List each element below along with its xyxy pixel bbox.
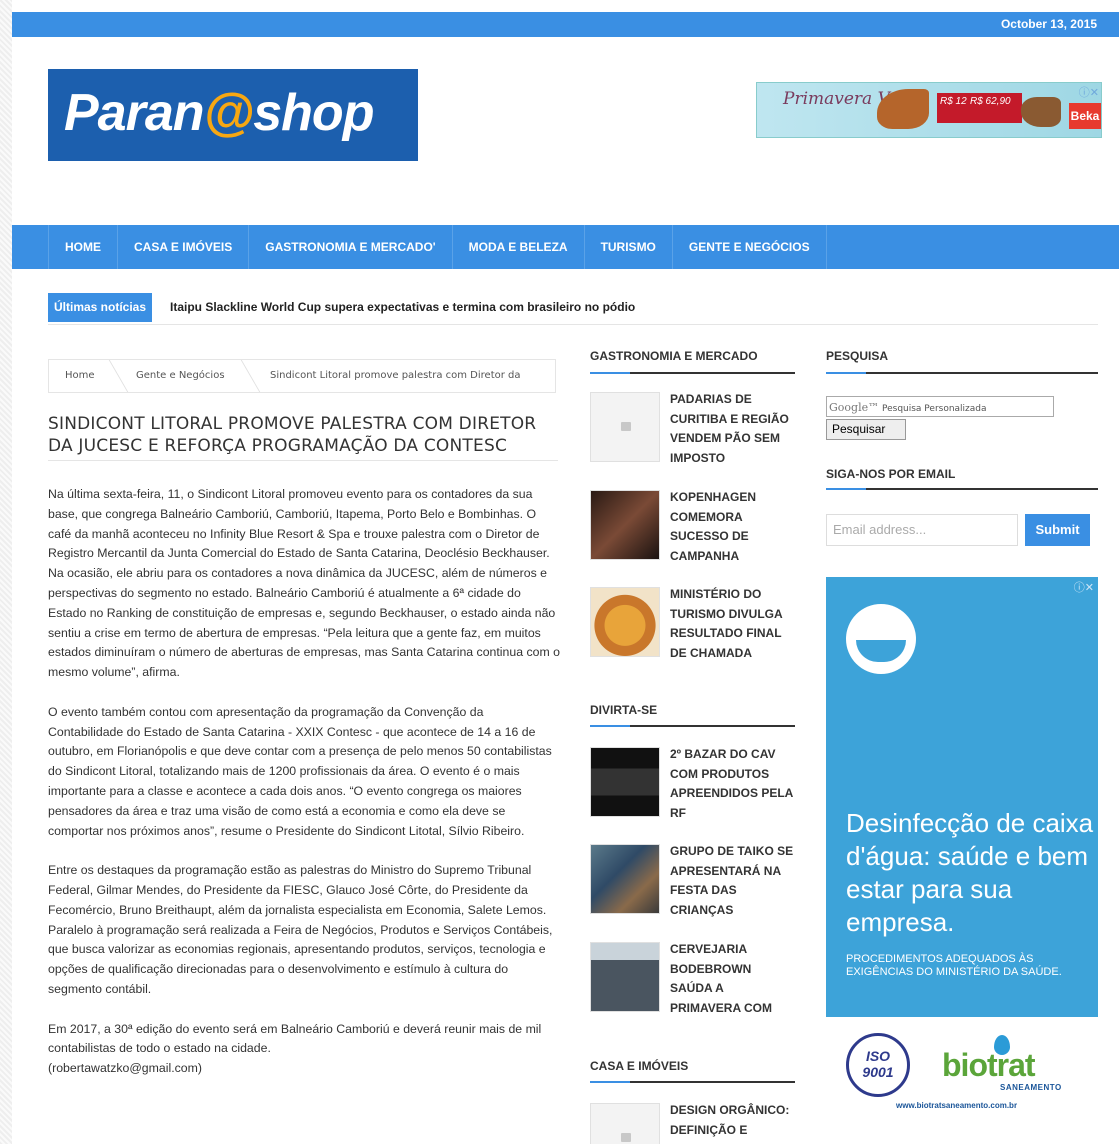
article-body: Na última sexta-feira, 11, o Sindicont L…	[48, 485, 560, 1099]
section-rule	[826, 372, 1098, 374]
post-title[interactable]: DESIGN ORGÂNICO: DEFINIÇÃO E	[670, 1101, 795, 1140]
post-thumbnail	[590, 747, 660, 817]
image-placeholder-icon	[590, 392, 660, 462]
site-logo[interactable]: Paran@shop	[48, 69, 418, 161]
news-ticker: Últimas notícias Itaipu Slackline World …	[48, 293, 1098, 325]
section-heading-pesquisa: PESQUISA	[826, 349, 889, 363]
search-placeholder: Pesquisa Personalizada	[881, 404, 987, 414]
article-paragraph: Entre os destaques da programação estão …	[48, 863, 553, 996]
post-item[interactable]: MINISTÉRIO DO TURISMO DIVULGA RESULTADO …	[590, 585, 795, 665]
image-placeholder-icon	[590, 1103, 660, 1144]
submit-button[interactable]: Submit	[1025, 514, 1090, 546]
brand-url: www.biotratsaneamento.com.br	[896, 1101, 1018, 1110]
breadcrumb-home[interactable]: Home	[65, 370, 95, 381]
biotrat-logo: biotrat SANEAMENTO	[942, 1035, 1092, 1092]
article-paragraph: Na última sexta-feira, 11, o Sindicont L…	[48, 487, 560, 680]
section-rule	[590, 1081, 795, 1083]
post-item[interactable]: CERVEJARIA BODEBROWN SAÚDA A PRIMAVERA C…	[590, 940, 795, 1020]
top-banner-ad[interactable]: Primavera Verão R$ 123,50 R$ 62,90 Beka …	[756, 82, 1102, 138]
ad-brand: Beka	[1069, 103, 1101, 129]
nav-item-moda-beleza[interactable]: MODA E BELEZA	[453, 225, 585, 269]
sidebar-ad[interactable]: ⓘ✕ Desinfecção de caixa d'água: saúde e …	[826, 577, 1098, 1017]
post-title[interactable]: CERVEJARIA BODEBROWN SAÚDA A PRIMAVERA C…	[670, 940, 795, 1018]
breadcrumb-section[interactable]: Gente e Negócios	[136, 370, 225, 381]
email-field[interactable]: Email address...	[826, 514, 1018, 546]
post-title[interactable]: 2º BAZAR DO CAV COM PRODUTOS APREENDIDOS…	[670, 745, 795, 823]
section-heading-gastronomia: GASTRONOMIA E MERCADO	[590, 349, 758, 363]
google-logo: Google™	[829, 401, 880, 414]
ad-info-icon[interactable]: ⓘ✕	[1074, 579, 1094, 595]
brand-subtitle: SANEAMENTO	[1000, 1083, 1062, 1092]
post-item[interactable]: KOPENHAGEN COMEMORA SUCESSO DE CAMPANHA	[590, 488, 795, 568]
breadcrumb-current: Sindicont Litoral promove palestra com D…	[270, 370, 521, 381]
brand-name: biotrat	[942, 1047, 1036, 1083]
nav-item-home[interactable]: HOME	[49, 225, 118, 269]
breadcrumb: Home Gente e Negócios Sindicont Litoral …	[48, 359, 556, 393]
post-thumbnail	[590, 844, 660, 914]
section-heading-divirta: DIVIRTA-SE	[590, 703, 658, 717]
ticker-label: Últimas notícias	[48, 293, 153, 322]
nav-item-casa-imoveis[interactable]: CASA E IMÓVEIS	[118, 225, 250, 269]
post-item[interactable]: 2º BAZAR DO CAV COM PRODUTOS APREENDIDOS…	[590, 745, 795, 825]
logo-text-accent: @	[203, 84, 255, 142]
ad-headline: Desinfecção de caixa d'água: saúde e bem…	[846, 808, 1094, 937]
ad-price-2: R$ 62,90	[967, 93, 1022, 123]
article-paragraph: O evento também contou com apresentação …	[48, 704, 552, 838]
title-divider	[48, 460, 558, 461]
search-button[interactable]: Pesquisar	[826, 419, 906, 440]
search-input[interactable]: Google™ Pesquisa Personalizada	[826, 396, 1054, 417]
post-item[interactable]: GRUPO DE TAIKO SE APRESENTARÁ NA FESTA D…	[590, 842, 795, 922]
section-rule	[826, 488, 1098, 490]
breadcrumb-separator	[97, 360, 129, 392]
ad-info-icon[interactable]: ⓘ✕	[1079, 84, 1099, 100]
iso-badge: ISO 9001	[846, 1033, 910, 1097]
post-title[interactable]: MINISTÉRIO DO TURISMO DIVULGA RESULTADO …	[670, 585, 795, 663]
current-date: October 13, 2015	[1000, 17, 1097, 31]
nav-item-gastronomia[interactable]: GASTRONOMIA E MERCADO'	[249, 225, 453, 269]
main-nav: HOME CASA E IMÓVEIS GASTRONOMIA E MERCAD…	[12, 225, 1119, 269]
post-title[interactable]: GRUPO DE TAIKO SE APRESENTARÁ NA FESTA D…	[670, 842, 795, 920]
ticker-headline-link[interactable]: Itaipu Slackline World Cup supera expect…	[170, 300, 635, 314]
page-side-pattern	[0, 0, 12, 1144]
article-author-email: (robertawatzko@gmail.com)	[48, 1061, 202, 1076]
shoe-image-2	[1021, 97, 1061, 127]
water-drop-icon	[846, 604, 916, 674]
breadcrumb-separator	[229, 360, 261, 392]
article-paragraph: Em 2017, a 30ª edição do evento será em …	[48, 1021, 542, 1056]
nav-item-turismo[interactable]: TURISMO	[585, 225, 673, 269]
section-heading-casa: CASA E IMÓVEIS	[590, 1059, 689, 1073]
post-thumbnail	[590, 490, 660, 560]
post-title[interactable]: KOPENHAGEN COMEMORA SUCESSO DE CAMPANHA	[670, 488, 795, 566]
section-heading-email: SIGA-NOS POR EMAIL	[826, 467, 956, 481]
ad-subtext: PROCEDIMENTOS ADEQUADOS ÀS EXIGÊNCIAS DO…	[846, 953, 1062, 978]
post-item[interactable]: PADARIAS DE CURITIBA E REGIÃO VENDEM PÃO…	[590, 390, 795, 470]
post-title[interactable]: PADARIAS DE CURITIBA E REGIÃO VENDEM PÃO…	[670, 390, 795, 468]
logo-text-end: shop	[253, 84, 374, 142]
post-item[interactable]: DESIGN ORGÂNICO: DEFINIÇÃO E	[590, 1101, 795, 1144]
section-rule	[590, 725, 795, 727]
sponsor-logos[interactable]: ISO 9001 biotrat SANEAMENTO www.biotrats…	[826, 1025, 1098, 1115]
logo-text-main: Paran	[64, 84, 205, 142]
post-thumbnail	[590, 942, 660, 1012]
section-rule	[590, 372, 795, 374]
post-thumbnail	[590, 587, 660, 657]
nav-item-gente-negocios[interactable]: GENTE E NEGÓCIOS	[673, 225, 827, 269]
top-bar: October 13, 2015	[12, 12, 1119, 37]
article-title: SINDICONT LITORAL PROMOVE PALESTRA COM D…	[48, 414, 537, 456]
